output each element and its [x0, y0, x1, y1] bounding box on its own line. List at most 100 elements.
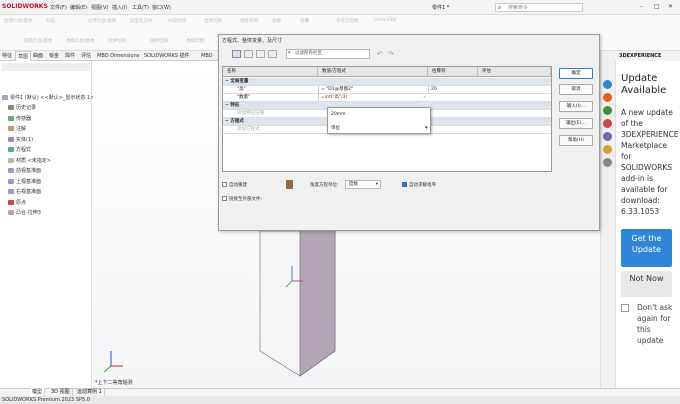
link-file-checkbox[interactable] [222, 196, 227, 201]
document-title: 零件1 * [432, 5, 450, 11]
dimension-view-icon[interactable] [256, 50, 265, 58]
col-comment: 评估 [478, 67, 551, 77]
custom-properties-icon[interactable] [603, 158, 612, 167]
dont-ask-checkbox[interactable] [621, 304, 629, 312]
ribbon-command[interactable]: 旋转切除 [150, 38, 168, 44]
ribbon-command[interactable]: 放样凸台/基体 [66, 38, 95, 44]
tab-sketch[interactable]: 草图 [15, 51, 32, 61]
auto-rebuild-option[interactable]: 自动重建 [222, 182, 247, 188]
tab-features[interactable]: 特征 [0, 51, 14, 61]
tab-motion-study[interactable]: 运动算例 1 [75, 388, 105, 396]
active-equation-input[interactable]: =int("高"/3) [318, 94, 428, 102]
resources-icon[interactable] [603, 93, 612, 102]
design-library-icon[interactable] [603, 106, 612, 115]
redo-icon[interactable]: ↷ [388, 50, 394, 58]
tree-node-icon [8, 199, 14, 205]
tree-node-icon [8, 105, 14, 110]
ribbon-command[interactable]: 拔模 [272, 18, 281, 24]
popup-option-value[interactable]: 20mm [331, 112, 346, 117]
help-button[interactable]: 帮助(H) [559, 135, 593, 146]
chevron-down-icon: ▾ [375, 182, 378, 187]
tree-item[interactable]: 传感器 [8, 115, 31, 122]
tree-node-icon [8, 136, 14, 142]
table-row[interactable]: "高" = "D1@草图2" 20 [223, 86, 551, 94]
sketch-equation-view-icon[interactable] [244, 50, 253, 58]
tree-item[interactable]: 历史记录 [8, 104, 36, 111]
ribbon-command[interactable]: 拉伸切除 [108, 38, 126, 44]
export-button[interactable]: 输出(E)... [559, 118, 593, 129]
popup-option-unit[interactable]: 单位 [331, 125, 340, 131]
ribbon-command[interactable]: 扫描 [46, 18, 55, 24]
import-button[interactable]: 输入(I)... [559, 101, 593, 112]
menu-file[interactable]: 文件(F) [50, 4, 67, 11]
tree-root[interactable]: 零件1 (默认) <<默认>_显示状态 1> [2, 94, 94, 101]
tree-item[interactable]: 材质 <未指定> [8, 157, 51, 164]
ribbon-command[interactable]: Instant3D [374, 18, 396, 23]
menu-tools[interactable]: 工具(T) [132, 4, 149, 11]
not-now-button[interactable]: Not Now [621, 271, 672, 297]
ribbon-command[interactable]: 边界切除 [204, 18, 222, 24]
ribbon-command[interactable]: 旋转凸台/基体 [24, 38, 53, 44]
tab-mbd-dimensions[interactable]: MBD Dimensions [95, 51, 141, 61]
tab-evaluate[interactable]: 评估 [79, 51, 93, 61]
undo-icon[interactable]: ↶ [377, 50, 383, 58]
ribbon-command[interactable]: 线性阵列 [240, 18, 258, 24]
search-command-input[interactable]: 搜索命令 [495, 3, 583, 12]
ok-button[interactable]: 确定 [559, 68, 593, 79]
tree-toolbar [2, 63, 90, 71]
link-file-option[interactable]: 链接至外部文件: [222, 196, 262, 202]
tree-item[interactable]: 实体(1) [8, 136, 33, 143]
filter-input[interactable]: 过滤所有栏区 [286, 49, 370, 59]
col-name: 名称 [223, 67, 318, 77]
view-orientation-label: *上下二等角轴测 [95, 380, 133, 386]
menu-insert[interactable]: 插入(I) [112, 4, 127, 11]
ribbon-command[interactable]: 扫描切除 [168, 18, 186, 24]
dialog-title: 方程式、整体变量、及尺寸 [222, 38, 283, 44]
tab-mbd[interactable]: MBD [199, 51, 215, 61]
file-explorer-icon[interactable] [603, 119, 612, 128]
ordered-view-icon[interactable] [268, 50, 277, 58]
rebuild-icon[interactable] [286, 180, 293, 189]
menu-edit[interactable]: 编辑(E) [70, 4, 87, 11]
tree-node-icon [8, 115, 14, 121]
tree-item[interactable]: 上视基准面 [8, 178, 41, 185]
auto-solve-checkbox[interactable] [402, 182, 407, 187]
tab-3d-views[interactable]: 3D 视图 [49, 388, 73, 396]
ribbon-command[interactable]: 放样切割 [186, 38, 204, 44]
ribbon-command[interactable]: 参考几何体 [336, 18, 359, 24]
menu-view[interactable]: 视图(V) [91, 4, 108, 11]
appearances-icon[interactable] [603, 145, 612, 154]
tab-surfaces[interactable]: 曲面 [31, 51, 45, 61]
tree-item[interactable]: 凸台-拉伸3 [8, 209, 41, 216]
tab-model[interactable]: 模型 [30, 388, 46, 396]
tab-sheetmetal[interactable]: 钣金 [47, 51, 61, 61]
menu-window[interactable]: 窗口(W) [152, 4, 171, 11]
ribbon-command[interactable]: 包覆 [300, 18, 309, 24]
close-icon[interactable]: ✕ [668, 3, 673, 10]
tab-weldments[interactable]: 焊件 [63, 51, 77, 61]
minimize-icon[interactable]: – [640, 3, 643, 10]
view-palette-icon[interactable] [603, 132, 612, 141]
angle-unit-select[interactable]: 度数 ▾ [345, 180, 381, 189]
tree-item[interactable]: 注解 [8, 125, 26, 132]
equation-view-icon[interactable] [232, 50, 241, 58]
app-logo[interactable]: SOLIDWORKS [2, 3, 48, 10]
ribbon-command[interactable]: 拉伸凸台/基体 [4, 18, 33, 24]
maximize-icon[interactable]: □ [654, 3, 660, 10]
tree-item[interactable]: 前视基准面 [8, 167, 41, 174]
get-update-button[interactable]: Get the Update [621, 229, 672, 267]
auto-rebuild-checkbox[interactable] [222, 182, 227, 187]
cancel-button[interactable]: 取消 [559, 84, 593, 95]
tab-addins[interactable]: SOLIDWORKS 插件 [142, 51, 192, 61]
tree-item[interactable]: 方程式 [8, 146, 31, 153]
ribbon-command[interactable]: 边界凸台/基体 [88, 18, 117, 24]
tree-item[interactable]: 原点 [8, 199, 26, 206]
auto-solve-option[interactable]: 自动求解组序 [402, 182, 436, 188]
3dexperience-icon[interactable] [603, 80, 612, 89]
tree-item[interactable]: 右视基准面 [8, 188, 41, 195]
tree-node-icon [8, 210, 14, 215]
table-row[interactable]: "数量" =int("高"/3) ✓ [223, 94, 551, 102]
section-globals[interactable]: − 全局变量 [223, 78, 551, 86]
ribbon-command[interactable]: 异型孔向导 [130, 18, 153, 24]
chevron-down-icon[interactable]: ▾ [425, 125, 428, 131]
